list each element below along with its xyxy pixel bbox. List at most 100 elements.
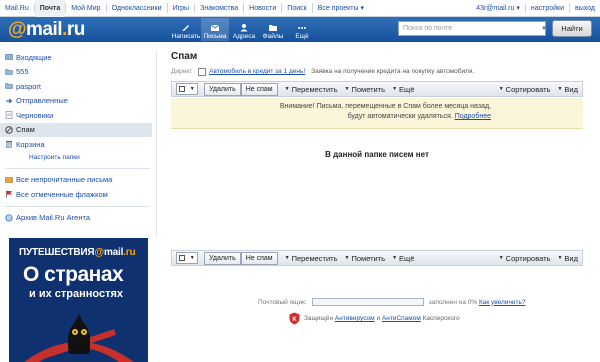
toolbar-right: ▼ Сортировать ▼ Вид <box>492 254 578 263</box>
folder-555[interactable]: 555 <box>0 65 152 80</box>
antivirus-link[interactable]: Антивирусом <box>335 315 375 322</box>
not-spam-button[interactable]: Не спам <box>240 82 278 96</box>
topbar-link-search[interactable]: Поиск <box>282 0 311 17</box>
chevron-down-icon: ▼ <box>392 255 398 261</box>
divider <box>5 205 150 207</box>
chevron-down-icon: ▼ <box>392 86 398 92</box>
chevron-down-icon: ▼ <box>344 255 350 261</box>
chevron-down-icon: ▼ <box>498 255 504 261</box>
chevron-down-icon: ▼ <box>498 86 504 92</box>
warning-text-line2: будут автоматически удаляться. Подробнее <box>347 113 491 120</box>
folder-pasport[interactable]: pasport <box>0 79 152 94</box>
user-menu[interactable]: 43r@mail.ru ▾ <box>471 0 525 17</box>
spam-warning: Внимание! Письма, перемещенные в Спам бо… <box>171 98 583 129</box>
dots-icon <box>298 27 306 29</box>
sort-menu[interactable]: ▼ Сортировать <box>499 254 551 263</box>
compose-button[interactable]: Написать <box>172 18 200 41</box>
mark-menu[interactable]: ▼ Пометить <box>345 254 386 263</box>
chevron-down-icon: ▼ <box>557 255 563 261</box>
topbar-link-mailru[interactable]: Mail.Ru <box>0 0 34 17</box>
chevron-down-icon: ▼ <box>344 86 350 92</box>
ad-subheadline: и их странностях <box>29 288 123 300</box>
folder-inbox[interactable]: Входящие <box>0 50 152 65</box>
view-menu[interactable]: ▼ Вид <box>557 254 578 263</box>
sent-arrow-icon <box>6 98 13 103</box>
quota-text: заполнен на 0% <box>428 298 478 306</box>
folder-sent[interactable]: Отправленные <box>0 94 152 109</box>
topbar-link-news[interactable]: Новости <box>244 0 281 17</box>
mailbox-quota: Почтовый ящик: заполнен на 0% Как увелич… <box>258 298 525 306</box>
view-menu[interactable]: ▼ Вид <box>557 85 578 94</box>
ad-banner[interactable]: ПУТЕШЕСТВИЯ@mail.ru О странах и их стран… <box>9 238 148 362</box>
folder-drafts[interactable]: Черновики <box>0 108 152 123</box>
search-button[interactable]: Найти <box>552 20 592 37</box>
delete-button[interactable]: Удалить <box>204 251 241 265</box>
delete-button[interactable]: Удалить <box>204 82 241 96</box>
chevron-down-icon: ▼ <box>284 255 290 261</box>
sidebar: Входящие 555 pasport Отправленные Чернов… <box>0 50 152 225</box>
folder-icon <box>5 68 13 75</box>
header-nav: Написать Письма Адреса Файлы Ещё <box>172 18 317 41</box>
mailru-logo[interactable]: @mail.ru <box>8 19 85 41</box>
quota-bar <box>311 298 424 306</box>
select-all-checkbox[interactable]: ▼ <box>176 83 198 95</box>
addresses-button[interactable]: Адреса <box>230 18 258 41</box>
agent-icon: @ <box>5 213 13 221</box>
agent-archive[interactable]: @ Архив Mail.Ru Агента <box>0 211 152 226</box>
page-title: Спам <box>171 51 198 62</box>
draft-icon <box>5 111 13 119</box>
increase-quota-link[interactable]: Как увеличить? <box>479 299 526 306</box>
move-menu[interactable]: ▼ Переместить <box>285 254 338 263</box>
direct-ad-text: Заявка на получение кредита на покупку а… <box>311 68 475 75</box>
ad-illustration <box>24 314 134 362</box>
search-input[interactable]: Поиск по почте <box>398 21 546 36</box>
topbar-link-all-projects[interactable]: Все проекты ▾ <box>313 0 369 17</box>
direct-ad-link[interactable]: Автомобиль в кредит за 1 день! <box>209 68 305 75</box>
pencil-icon <box>182 25 189 31</box>
svg-text:K: K <box>292 317 297 323</box>
files-button[interactable]: Файлы <box>259 18 287 41</box>
flag-icon <box>6 190 12 198</box>
topbar-link-ok[interactable]: Одноклассники <box>107 0 167 17</box>
chevron-down-icon[interactable]: ▼ <box>540 21 548 36</box>
filter-flagged[interactable]: Все отмеченные флажком <box>0 187 152 202</box>
select-all-checkbox[interactable]: ▼ <box>176 252 198 264</box>
empty-folder-message: В данной папке писем нет <box>325 150 429 159</box>
mark-menu[interactable]: ▼ Пометить <box>345 85 386 94</box>
topbar-link-mail[interactable]: Почта <box>34 0 66 17</box>
contacts-icon <box>240 24 248 32</box>
sort-menu[interactable]: ▼ Сортировать <box>499 85 551 94</box>
not-spam-button[interactable]: Не спам <box>240 251 278 265</box>
inbox-icon <box>5 54 13 60</box>
more-menu[interactable]: ▼ Ещё <box>392 254 414 263</box>
top-bar: Mail.Ru Почта Мой Мир Одноклассники Игры… <box>0 0 600 17</box>
more-button[interactable]: Ещё <box>288 18 316 41</box>
settings-link[interactable]: настройки <box>526 0 569 17</box>
svg-text:@: @ <box>6 215 11 221</box>
unread-icon <box>5 176 13 183</box>
quota-label: Почтовый ящик: <box>258 298 307 306</box>
topbar-link-myworld[interactable]: Мой Мир <box>66 0 105 17</box>
filter-unread[interactable]: Все непрочитанные письма <box>0 173 152 188</box>
logout-link[interactable]: выход <box>570 0 600 17</box>
topbar-user-area: 43r@mail.ru ▾ настройки выход <box>471 0 600 17</box>
direct-label: Директ <box>171 68 193 75</box>
folder-spam[interactable]: Спам <box>0 122 152 137</box>
move-menu[interactable]: ▼ Переместить <box>285 85 338 94</box>
details-link[interactable]: Подробнее <box>455 113 491 120</box>
folder-icon <box>5 83 13 89</box>
divider <box>156 50 157 238</box>
topbar-link-dating[interactable]: Знакомства <box>195 0 243 17</box>
chevron-down-icon: ▼ <box>284 86 290 92</box>
chevron-down-icon: ▼ <box>557 86 563 92</box>
top-toolbar: ▼ Удалить Не спам ▼ Переместить ▼ Пометить… <box>171 81 583 97</box>
divider <box>5 167 150 169</box>
letters-button[interactable]: Письма <box>201 18 229 41</box>
more-menu[interactable]: ▼ Ещё <box>392 85 414 94</box>
bottom-toolbar: ▼ Удалить Не спам ▼ Переместить ▼ Пометить… <box>171 250 583 266</box>
envelope-icon <box>210 24 220 31</box>
configure-folders-link[interactable]: Настроить папки <box>0 152 152 164</box>
topbar-link-games[interactable]: Игры <box>168 0 195 17</box>
folder-trash[interactable]: Корзина <box>0 137 152 152</box>
antispam-link[interactable]: АнтиСпамом <box>382 315 421 322</box>
